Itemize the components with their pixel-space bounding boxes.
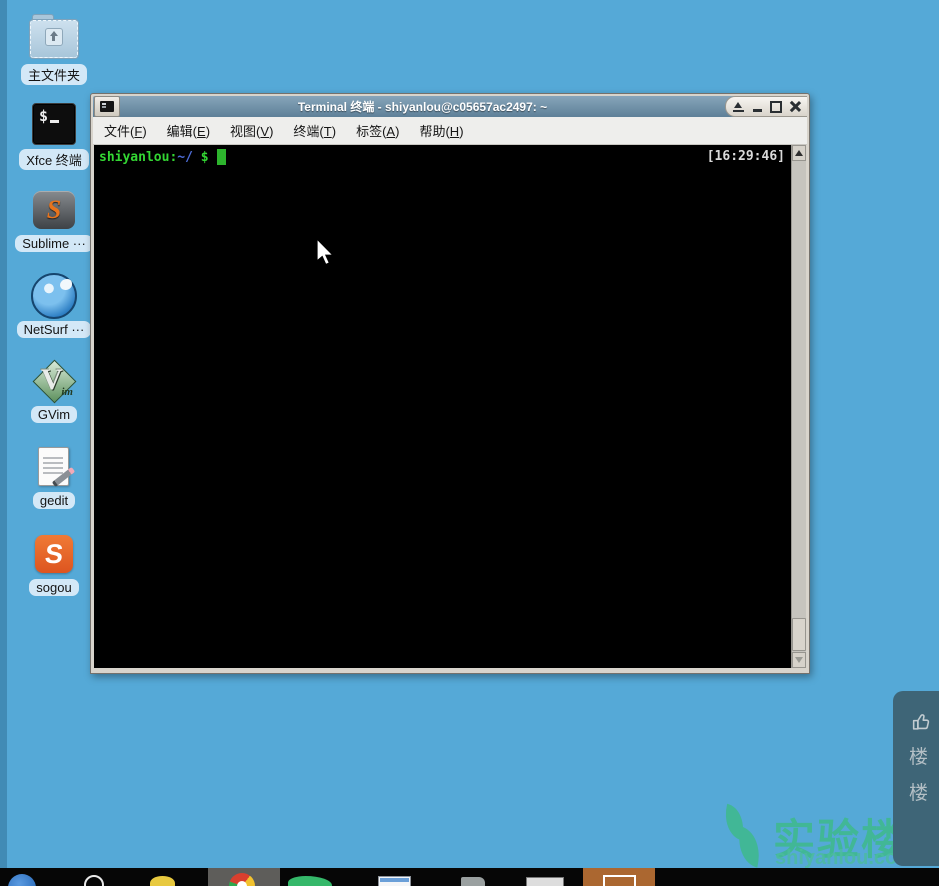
window-title: Terminal 终端 - shiyanlou@c05657ac2497: ~ xyxy=(297,100,548,114)
desktop-icon-netsurf[interactable]: NetSurf ··· xyxy=(4,273,104,338)
minimize-button[interactable] xyxy=(750,100,764,114)
window-controls xyxy=(725,96,807,117)
prompt-path: ~/ xyxy=(177,150,193,165)
maximize-button[interactable] xyxy=(769,100,783,114)
minimize-icon xyxy=(752,109,762,112)
desktop-icon-label: 主文件夹 xyxy=(20,64,87,85)
accel: ) xyxy=(331,124,337,139)
close-icon xyxy=(790,101,801,112)
prompt-user: shiyanlou: xyxy=(99,150,178,165)
accel-key: H xyxy=(449,124,460,139)
accel: ) xyxy=(395,124,400,139)
menu-view[interactable]: 视图(V) xyxy=(221,118,282,143)
desktop-icon-label: GVim xyxy=(30,406,78,423)
desktop: 主文件夹 $ Xfce 终端 S Sublime ··· NetSurf ···… xyxy=(0,0,939,886)
menu-tabs[interactable]: 标签(A) xyxy=(347,118,408,143)
accel: ) xyxy=(205,124,211,139)
taskbar xyxy=(0,868,939,886)
terminal-screen[interactable]: shiyanlou:~/ $ [16:29:46] xyxy=(94,145,791,668)
fish-icon[interactable] xyxy=(288,876,332,886)
accel-key: V xyxy=(260,124,270,139)
desktop-icon-label: NetSurf ··· xyxy=(16,321,92,338)
terminal-icon: $ xyxy=(32,103,76,145)
menu-help[interactable]: 帮助(H) xyxy=(410,118,472,143)
desktop-icon-label: gedit xyxy=(32,492,76,509)
accel-key: T xyxy=(323,124,332,139)
home-folder-icon xyxy=(29,14,79,59)
scrollbar-thumb[interactable] xyxy=(792,618,806,651)
accel: ) xyxy=(459,124,464,139)
gray-app-icon[interactable] xyxy=(461,877,485,886)
accel: ) xyxy=(269,124,274,139)
scrollbar[interactable] xyxy=(791,145,806,668)
prompt-symbol: $ xyxy=(192,150,209,165)
folder-icon[interactable] xyxy=(150,876,175,886)
gedit-icon xyxy=(32,446,76,488)
scroll-down-button[interactable] xyxy=(792,652,806,668)
terminal-window: Terminal 终端 - shiyanlou@c05657ac2497: ~ … xyxy=(90,93,810,674)
terminal-clock: [16:29:46] xyxy=(706,149,785,164)
browser-icon[interactable] xyxy=(8,874,36,886)
scroll-up-button[interactable] xyxy=(792,145,806,161)
widget-char: 楼 xyxy=(909,747,929,768)
thumbs-up-icon xyxy=(912,714,930,730)
shell-prompt: shiyanlou:~/ $ xyxy=(99,149,226,165)
text-cursor xyxy=(216,149,226,165)
menu-terminal[interactable]: 终端(T) xyxy=(284,118,345,143)
ring-icon[interactable] xyxy=(84,875,104,886)
desktop-icon-home[interactable]: 主文件夹 xyxy=(4,14,104,85)
shade-button[interactable] xyxy=(731,100,745,114)
arrow-down-icon xyxy=(795,657,803,663)
terminal-icon xyxy=(100,101,114,112)
widget-char: 楼 xyxy=(909,783,929,804)
terminal-area: shiyanlou:~/ $ [16:29:46] xyxy=(94,145,806,668)
menu-edit[interactable]: 编辑(E) xyxy=(158,118,219,143)
accel-key: A xyxy=(386,124,396,139)
window-menu-button[interactable] xyxy=(94,96,120,117)
close-button[interactable] xyxy=(788,100,802,114)
sublime-icon: S xyxy=(33,191,75,229)
shiyanlou-logo: 实验楼 shiyanlou.com xyxy=(712,798,915,870)
menu-file[interactable]: 文件(F) xyxy=(95,118,156,143)
desktop-icon-label: Xfce 终端 xyxy=(19,149,89,170)
sogou-icon: S xyxy=(35,535,73,573)
arrow-up-icon xyxy=(795,150,803,156)
window-app-icon[interactable] xyxy=(378,876,411,886)
titlebar[interactable]: Terminal 终端 - shiyanlou@c05657ac2497: ~ xyxy=(93,96,807,117)
desktop-icon-gedit[interactable]: gedit xyxy=(4,444,104,509)
desktop-icon-label: sogou xyxy=(29,579,79,596)
menubar: 文件(F) 编辑(E) 视图(V) 终端(T) 标签(A) 帮助(H) xyxy=(93,117,807,145)
accel: ) xyxy=(142,124,147,139)
desktop-icon-label: Sublime ··· xyxy=(15,235,93,252)
shade-icon xyxy=(732,101,744,112)
maximize-icon xyxy=(770,100,782,113)
desktop-icon-xfce-terminal[interactable]: $ Xfce 终端 xyxy=(4,101,104,170)
mouse-cursor xyxy=(316,237,336,273)
desktop-icon-sublime[interactable]: S Sublime ··· xyxy=(4,187,104,252)
window-app-icon[interactable] xyxy=(526,877,564,886)
desktop-icon-gvim[interactable]: Vim GVim xyxy=(4,358,104,423)
desktop-icon-sogou[interactable]: S sogou xyxy=(4,531,104,596)
globe-icon xyxy=(31,273,77,319)
frame-app-icon[interactable] xyxy=(603,875,636,886)
accel-key: E xyxy=(197,124,206,139)
vim-icon: Vim xyxy=(32,359,77,404)
feedback-widget[interactable]: 楼 楼 xyxy=(893,691,939,866)
